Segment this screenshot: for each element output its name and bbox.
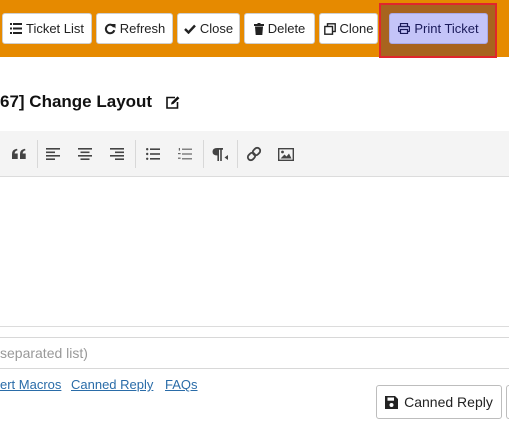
canned-reply-button-label: Canned Reply: [404, 394, 493, 410]
canned-reply-link[interactable]: Canned Reply: [71, 377, 153, 392]
clone-icon: [323, 22, 336, 35]
list-icon: [9, 23, 22, 34]
close-button[interactable]: Close: [177, 13, 240, 44]
blockquote-icon[interactable]: [5, 140, 33, 168]
paragraph-direction-icon[interactable]: [206, 140, 234, 168]
tags-placeholder: separated list): [0, 345, 88, 361]
canned-reply-button[interactable]: Canned Reply: [376, 385, 502, 419]
ticket-title: 67] Change Layout: [0, 90, 180, 114]
ticket-toolbar: Ticket List Refresh Close Delete Clone P…: [0, 0, 509, 58]
editor-separator: [135, 140, 136, 168]
print-ticket-label: Print Ticket: [414, 21, 479, 36]
insert-macros-link[interactable]: ert Macros: [0, 377, 61, 392]
ticket-list-label: Ticket List: [25, 21, 85, 36]
trash-icon: [253, 22, 264, 35]
reply-editor[interactable]: [0, 178, 509, 327]
clone-button[interactable]: Clone: [319, 13, 378, 44]
ticket-title-text: 67] Change Layout: [0, 92, 153, 111]
refresh-button[interactable]: Refresh: [96, 13, 173, 44]
check-icon: [184, 24, 196, 34]
delete-button[interactable]: Delete: [244, 13, 315, 44]
editor-toolbar: [0, 131, 509, 177]
link-icon[interactable]: [240, 140, 268, 168]
align-left-icon[interactable]: [39, 140, 67, 168]
clone-label: Clone: [339, 21, 374, 36]
bulleted-list-icon[interactable]: [139, 140, 167, 168]
align-center-icon[interactable]: [71, 140, 99, 168]
printer-icon: [398, 23, 411, 34]
save-icon: [385, 395, 399, 409]
edit-icon[interactable]: [166, 95, 180, 109]
align-right-icon[interactable]: [103, 140, 131, 168]
refresh-icon: [104, 23, 116, 34]
close-label: Close: [199, 21, 234, 36]
editor-separator: [203, 140, 204, 168]
ticket-list-button[interactable]: Ticket List: [2, 13, 92, 44]
image-icon[interactable]: [272, 140, 300, 168]
editor-separator: [237, 140, 238, 168]
numbered-list-icon[interactable]: [171, 140, 199, 168]
faqs-link[interactable]: FAQs: [165, 377, 198, 392]
delete-label: Delete: [267, 21, 306, 36]
tags-input[interactable]: separated list): [0, 337, 509, 369]
print-ticket-button[interactable]: Print Ticket: [389, 13, 488, 44]
editor-separator: [37, 140, 38, 168]
refresh-label: Refresh: [119, 21, 166, 36]
